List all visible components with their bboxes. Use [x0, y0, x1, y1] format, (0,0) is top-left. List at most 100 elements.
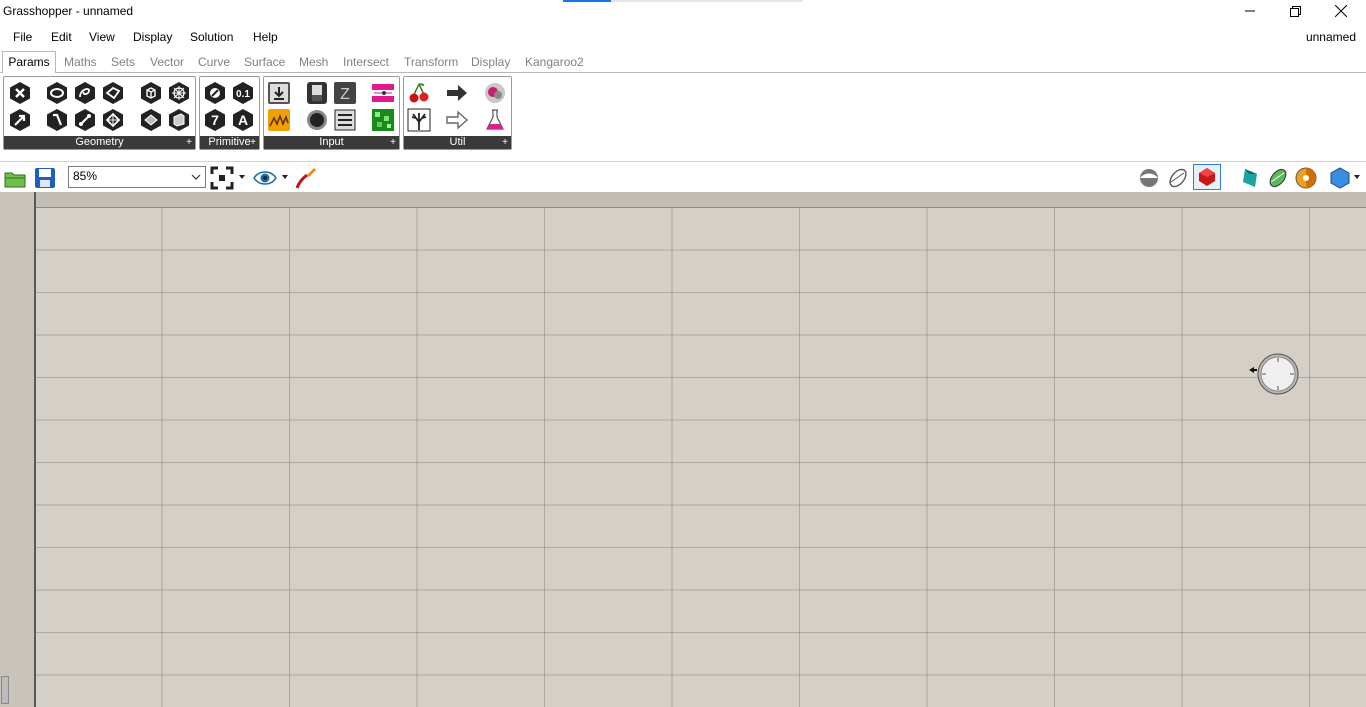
box-param-icon[interactable] — [139, 81, 163, 105]
tab-surface[interactable]: Surface — [244, 55, 285, 69]
title-bar: Grasshopper - unnamed — [0, 0, 1366, 24]
tab-params[interactable]: Params — [2, 51, 56, 73]
menu-view[interactable]: View — [89, 30, 115, 44]
integer-glyph: 7 — [211, 112, 219, 128]
panel-input-expand[interactable]: + — [390, 136, 396, 149]
panel-primitive: 7 0.1 A Primitive + — [199, 76, 260, 150]
tab-curve[interactable]: Curve — [198, 55, 230, 69]
digit-scroller-icon[interactable] — [305, 108, 329, 132]
panel-geometry-label[interactable]: Geometry + — [4, 136, 195, 149]
restore-icon — [1289, 5, 1301, 17]
plane-param-icon[interactable] — [167, 108, 191, 132]
tab-transform[interactable]: Transform — [404, 55, 458, 69]
field-param-icon[interactable] — [167, 81, 191, 105]
zoom-extents-icon[interactable] — [210, 166, 234, 190]
brep-param-icon[interactable] — [139, 108, 163, 132]
panel-primitive-title: Primitive — [208, 136, 251, 148]
panel-util-expand[interactable]: + — [502, 136, 508, 149]
flask-icon[interactable] — [483, 108, 507, 132]
number-glyph: 0.1 — [236, 89, 250, 100]
menu-help[interactable]: Help — [253, 30, 278, 44]
colour-swatch-icon[interactable] — [371, 108, 395, 132]
display-wire-icon[interactable] — [1266, 166, 1290, 190]
sketch-pen-icon[interactable] — [294, 166, 318, 190]
tab-display[interactable]: Display — [471, 55, 510, 69]
display-style-dropdown-icon[interactable] — [1354, 175, 1362, 181]
save-file-icon[interactable] — [33, 166, 57, 190]
grasshopper-canvas[interactable] — [0, 192, 1366, 707]
close-icon — [1335, 5, 1347, 17]
curve-param-icon[interactable] — [73, 81, 97, 105]
menu-display[interactable]: Display — [133, 30, 172, 44]
panel-primitive-expand[interactable]: + — [250, 136, 256, 149]
zoom-extents-dropdown-icon[interactable] — [239, 175, 247, 181]
panel-primitive-label[interactable]: Primitive + — [200, 136, 259, 149]
window-title: Grasshopper - unnamed — [3, 4, 134, 18]
arc-param-icon[interactable] — [73, 108, 97, 132]
bake-icon[interactable] — [1239, 166, 1263, 190]
surface-param-icon[interactable] — [101, 81, 125, 105]
panel-util: Util + — [403, 76, 512, 150]
param-node-icon[interactable] — [1248, 353, 1304, 397]
preview-wire-icon[interactable] — [1166, 166, 1190, 190]
relay-arrow-outline-icon[interactable] — [445, 108, 469, 132]
cherry-picker-icon[interactable] — [407, 81, 431, 105]
tab-maths[interactable]: Maths — [64, 55, 97, 69]
vertical-ruler — [0, 192, 36, 707]
panel-util-label[interactable]: Util + — [404, 136, 511, 149]
geometry-param-icon[interactable] — [8, 81, 32, 105]
tab-mesh[interactable]: Mesh — [299, 55, 328, 69]
menu-bar: File Edit View Display Solution Help unn… — [0, 24, 1366, 50]
boolean-param-icon[interactable] — [203, 81, 227, 105]
button-input-icon[interactable] — [267, 81, 291, 105]
circle-param-icon[interactable] — [45, 81, 69, 105]
panel-input-label[interactable]: Input + — [264, 136, 399, 149]
taskbar-accent — [563, 0, 803, 2]
line-param-icon[interactable] — [45, 108, 69, 132]
preview-eye-icon[interactable] — [253, 166, 277, 190]
render-sphere-icon[interactable] — [1294, 166, 1318, 190]
panel-geometry-expand[interactable]: + — [186, 136, 192, 149]
graph-mapper-icon[interactable] — [267, 108, 291, 132]
preview-shaded-icon — [1199, 168, 1215, 186]
menu-edit[interactable]: Edit — [51, 30, 72, 44]
display-style-icon[interactable] — [1328, 166, 1352, 190]
open-file-icon[interactable] — [3, 166, 27, 190]
preview-mesh-icon[interactable] — [1137, 166, 1161, 190]
tab-intersect[interactable]: Intersect — [343, 55, 389, 69]
number-slider-icon[interactable] — [371, 81, 395, 105]
panel-geometry: Geometry + — [3, 76, 196, 150]
zoom-value: 85% — [73, 169, 98, 183]
panel-input: Z Input + — [263, 76, 400, 150]
panel-geometry-title: Geometry — [75, 136, 124, 148]
tab-sets[interactable]: Sets — [111, 55, 135, 69]
component-tabs: Params Maths Sets Vector Curve Surface M… — [0, 50, 1366, 73]
tab-vector[interactable]: Vector — [150, 55, 184, 69]
text-param-icon[interactable]: A — [231, 108, 255, 132]
grasshopper-window: Grasshopper - unnamed File Edit View Dis… — [0, 0, 1366, 707]
preview-shaded-button[interactable] — [1193, 164, 1221, 190]
minimize-button[interactable] — [1227, 0, 1273, 22]
panel-input-title: Input — [319, 136, 344, 148]
integer-param-icon[interactable]: 7 — [203, 108, 227, 132]
restore-button[interactable] — [1272, 0, 1318, 22]
jump-icon[interactable] — [483, 81, 507, 105]
tab-kangaroo2[interactable]: Kangaroo2 — [525, 55, 584, 69]
canvas-grid[interactable] — [36, 208, 1366, 707]
chevron-down-icon[interactable] — [190, 170, 202, 184]
relay-arrow-icon[interactable] — [445, 81, 469, 105]
number-param-icon[interactable]: 0.1 — [231, 81, 255, 105]
zoom-combobox[interactable]: 85% — [68, 166, 206, 188]
point-param-icon[interactable] — [8, 108, 32, 132]
document-name: unnamed — [1305, 30, 1356, 44]
preview-dropdown-icon[interactable] — [282, 175, 290, 181]
close-button[interactable] — [1318, 0, 1364, 22]
toggle-input-icon[interactable] — [305, 81, 329, 105]
menu-solution[interactable]: Solution — [190, 30, 233, 44]
gradient-input-icon[interactable]: Z — [333, 81, 357, 105]
data-dam-icon[interactable] — [407, 108, 431, 132]
canvas-scrollbar[interactable] — [1, 676, 9, 704]
menu-file[interactable]: File — [13, 30, 32, 44]
value-list-icon[interactable] — [333, 108, 357, 132]
mesh-param-icon[interactable] — [101, 108, 125, 132]
